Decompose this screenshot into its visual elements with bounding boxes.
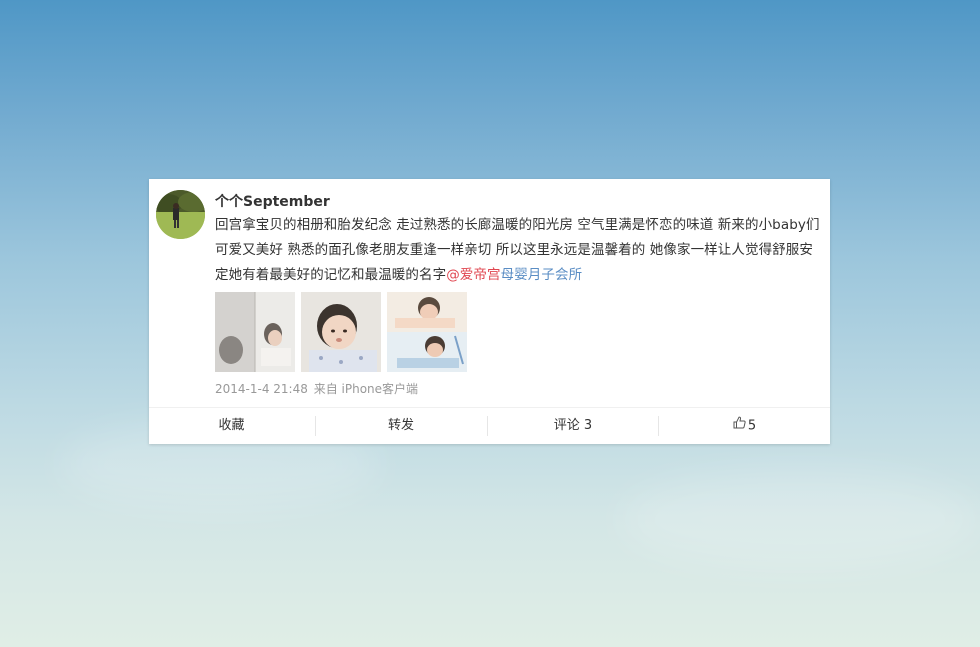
photo-thumbnail[interactable] (387, 292, 467, 372)
baby-photo-3 (387, 292, 467, 372)
repost-button[interactable]: 转发 (316, 408, 486, 444)
background-cloud (620, 470, 980, 570)
like-count: 5 (747, 418, 757, 434)
post-timestamp[interactable]: 2014-1-4 21:48 (215, 382, 308, 396)
photo-thumbnail[interactable] (301, 292, 381, 372)
favorite-button[interactable]: 收藏 (149, 408, 314, 444)
post-meta: 2014-1-4 21:48 来自 iPhone客户端 (215, 380, 420, 397)
avatar[interactable] (156, 190, 205, 239)
like-button[interactable]: 5 (659, 408, 830, 444)
weibo-post-card: 个个September 回宫拿宝贝的相册和胎发纪念 走过熟悉的长廊温暖的阳光房 … (149, 179, 830, 444)
post-text: 回宫拿宝贝的相册和胎发纪念 走过熟悉的长廊温暖的阳光房 空气里满是怀恋的味道 新… (215, 213, 821, 288)
mention-link-primary[interactable]: @爱帝宫 (446, 267, 500, 283)
comment-button[interactable]: 评论 3 (488, 408, 658, 444)
mention-link-secondary[interactable]: 母婴月子会所 (501, 267, 583, 283)
favorite-label: 收藏 (218, 418, 245, 433)
baby-photo-1 (215, 292, 295, 372)
action-bar: 收藏 转发 评论 3 5 (149, 407, 830, 444)
comment-label: 评论 3 (553, 418, 593, 433)
baby-photo-2 (301, 292, 381, 372)
repost-label: 转发 (387, 418, 414, 433)
thumbs-up-icon (733, 408, 746, 444)
photo-thumbnail[interactable] (215, 292, 295, 372)
post-source: 来自 iPhone客户端 (313, 382, 419, 396)
post-username[interactable]: 个个September (215, 191, 330, 211)
avatar-photo (156, 190, 205, 239)
